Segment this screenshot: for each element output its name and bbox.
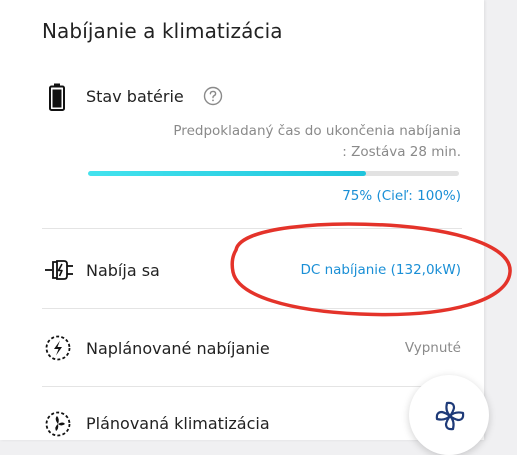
scheduled-charging-label: Naplánované nabíjanie [86,339,270,358]
charging-label: Nabíja sa [86,261,160,280]
charging-climate-card: Nabíjanie a klimatizácia Stav batérie Pr… [0,0,484,440]
charging-time-estimate: Predpokladaný čas do ukončenia nabíjania… [41,121,461,163]
page-title: Nabíjanie a klimatizácia [42,19,283,43]
fan-icon [432,398,468,438]
battery-progress-fill [88,171,367,176]
estimate-line-1: Predpokladaný čas do ukončenia nabíjania [173,123,461,139]
charging-value: DC nabíjanie (132,0kW) [300,262,461,278]
divider [42,386,462,387]
climate-fan-button[interactable] [409,375,489,455]
help-icon[interactable] [203,86,223,110]
charging-plug-icon [44,259,74,285]
scheduled-charging-value: Vypnuté [404,340,461,356]
battery-status-label: Stav batérie [86,87,184,106]
divider [42,308,462,309]
scheduled-charging-icon [45,335,71,365]
divider [42,228,462,229]
battery-progress-bar [88,171,459,176]
scheduled-climate-label: Plánovaná klimatizácia [86,414,270,433]
battery-percent-text: 75% (Cieľ: 100%) [342,188,461,204]
estimate-line-2: : Zostáva 28 min. [342,144,461,160]
scheduled-climate-icon [45,411,71,441]
battery-icon [49,83,65,115]
